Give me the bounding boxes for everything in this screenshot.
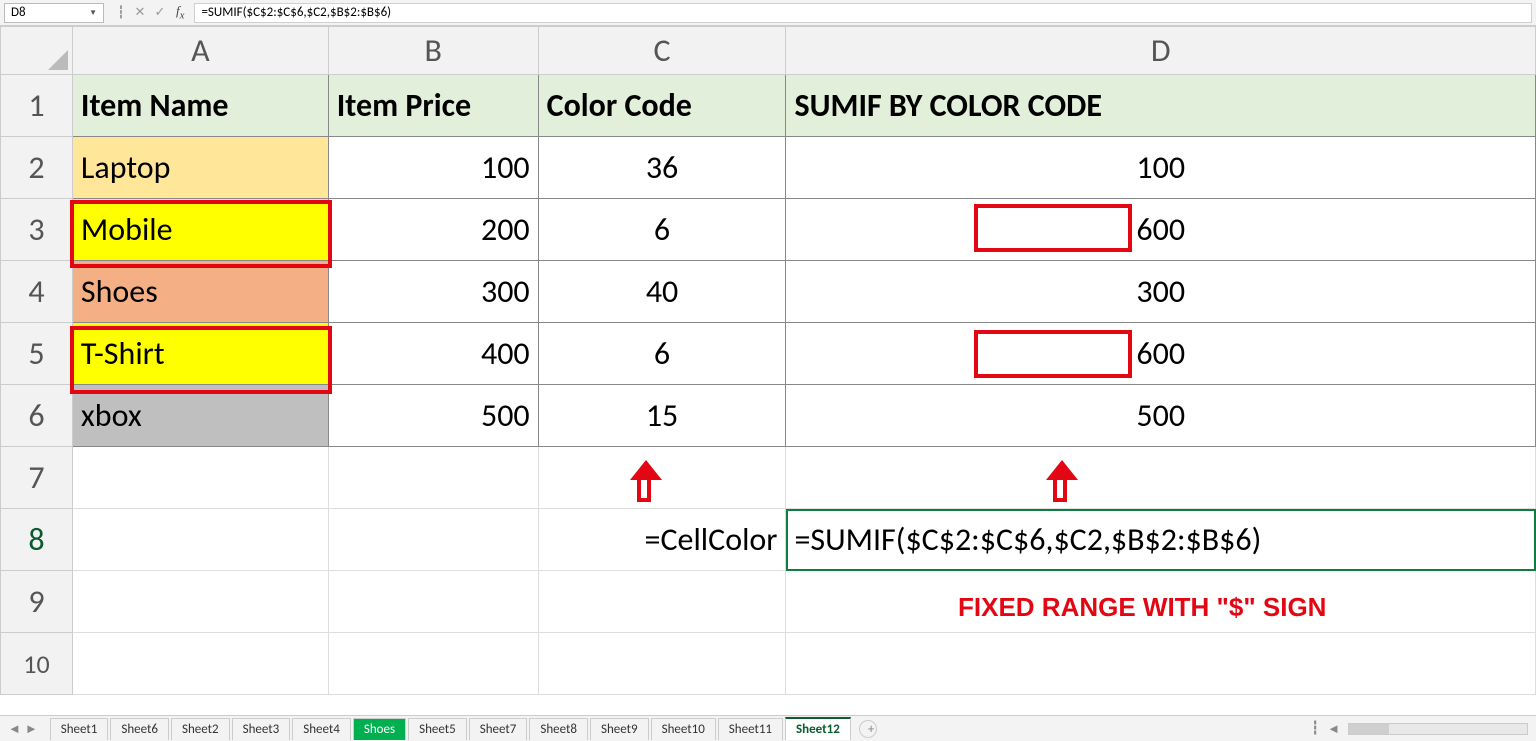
cell-A2[interactable]: Laptop [72,137,328,199]
cell-A8[interactable] [72,509,328,571]
cancel-formula-icon[interactable]: ✕ [130,5,150,20]
row-header-2[interactable]: 2 [1,137,73,199]
cell-B10[interactable] [328,633,538,695]
row-header-8[interactable]: 8 [1,509,73,571]
cell-A7[interactable] [72,447,328,509]
sheet-tab[interactable]: Sheet2 [171,718,230,740]
annotation-text: FIXED RANGE WITH "$" SIGN [958,592,1326,623]
grid-area: A B C D 1 Item Name Item Price Color Cod… [0,26,1536,714]
up-arrow-icon [1048,460,1076,507]
sheet-tab-strip: ◄ ► Sheet1 Sheet6 Sheet2 Sheet3 Sheet4 S… [0,715,1536,741]
name-box[interactable]: D8 ▼ [4,3,104,23]
cell-C1[interactable]: Color Code [538,75,786,137]
cell-B5[interactable]: 400 [328,323,538,385]
cell-C4[interactable]: 40 [538,261,786,323]
horizontal-scrollbar[interactable]: ┇ ◄ [1311,721,1536,737]
tab-nav: ◄ ► [8,721,38,737]
cell-D2[interactable]: 100 [786,137,1536,199]
cell-A6[interactable]: xbox [72,385,328,447]
name-box-value: D8 [11,5,26,20]
cell-D5[interactable]: 600 [786,323,1536,385]
tab-nav-prev-icon[interactable]: ◄ [8,721,21,737]
col-header-C[interactable]: C [538,27,786,75]
cell-B2[interactable]: 100 [328,137,538,199]
col-header-B[interactable]: B [328,27,538,75]
sheet-tab[interactable]: Sheet9 [590,718,649,740]
separator-icon: ┇ [112,5,130,20]
sheet-tab-active[interactable]: Sheet12 [785,717,851,740]
sheet-tab[interactable]: Sheet7 [469,718,528,740]
sheet-tab[interactable]: Shoes [353,718,406,740]
fx-icon[interactable]: fx [176,3,184,22]
cell-C10[interactable] [538,633,786,695]
scrollbar-track[interactable] [1348,723,1528,735]
sheet-tab[interactable]: Sheet1 [50,718,109,740]
sheet-tab[interactable]: Sheet8 [529,718,588,740]
cell-D1[interactable]: SUMIF BY COLOR CODE [786,75,1536,137]
add-sheet-icon[interactable]: + [859,720,877,738]
divider-icon: ┇ [1311,721,1319,736]
cell-D4[interactable]: 300 [786,261,1536,323]
sheet-tab[interactable]: Sheet3 [232,718,291,740]
cell-D3[interactable]: 600 [786,199,1536,261]
cell-B1[interactable]: Item Price [328,75,538,137]
row-header-4[interactable]: 4 [1,261,73,323]
cell-B6[interactable]: 500 [328,385,538,447]
cell-C5[interactable]: 6 [538,323,786,385]
cell-A3[interactable]: Mobile [72,199,328,261]
tab-nav-next-icon[interactable]: ► [25,721,38,737]
sheet-tab[interactable]: Sheet6 [110,718,169,740]
row-header-10[interactable]: 10 [1,633,73,695]
formula-input[interactable]: =SUMIF($C$2:$C$6,$C2,$B$2:$B$6) [194,3,1532,23]
cell-B7[interactable] [328,447,538,509]
cell-C6[interactable]: 15 [538,385,786,447]
chevron-down-icon[interactable]: ▼ [89,8,97,18]
row-header-6[interactable]: 6 [1,385,73,447]
cell-B3[interactable]: 200 [328,199,538,261]
select-all-triangle[interactable] [1,27,73,75]
row-header-5[interactable]: 5 [1,323,73,385]
up-arrow-icon [632,460,660,507]
cell-B8[interactable] [328,509,538,571]
row-header-1[interactable]: 1 [1,75,73,137]
cell-A1[interactable]: Item Name [72,75,328,137]
cell-B4[interactable]: 300 [328,261,538,323]
cell-D10[interactable] [786,633,1536,695]
sheet-tab[interactable]: Sheet5 [408,718,467,740]
scrollbar-thumb[interactable] [1349,724,1389,734]
cell-C3[interactable]: 6 [538,199,786,261]
cell-C8[interactable]: =CellColor [538,509,786,571]
row-header-7[interactable]: 7 [1,447,73,509]
row-header-9[interactable]: 9 [1,571,73,633]
formula-bar: D8 ▼ ┇ ✕ ✓ fx =SUMIF($C$2:$C$6,$C2,$B$2:… [0,0,1536,26]
col-header-A[interactable]: A [72,27,328,75]
cell-C2[interactable]: 36 [538,137,786,199]
cell-A10[interactable] [72,633,328,695]
cell-A4[interactable]: Shoes [72,261,328,323]
scroll-left-icon[interactable]: ◄ [1327,721,1340,737]
sheet-tab[interactable]: Sheet4 [292,718,351,740]
accept-formula-icon[interactable]: ✓ [150,5,170,20]
cell-D7[interactable] [786,447,1536,509]
cell-D6[interactable]: 500 [786,385,1536,447]
cell-D8[interactable]: =SUMIF($C$2:$C$6,$C2,$B$2:$B$6) [786,509,1536,571]
col-header-D[interactable]: D [786,27,1536,75]
sheet-tab[interactable]: Sheet11 [718,718,783,740]
cell-B9[interactable] [328,571,538,633]
cell-A9[interactable] [72,571,328,633]
cell-C9[interactable] [538,571,786,633]
cell-C7[interactable] [538,447,786,509]
row-header-3[interactable]: 3 [1,199,73,261]
sheet-tab[interactable]: Sheet10 [651,718,716,740]
cell-A5[interactable]: T-Shirt [72,323,328,385]
